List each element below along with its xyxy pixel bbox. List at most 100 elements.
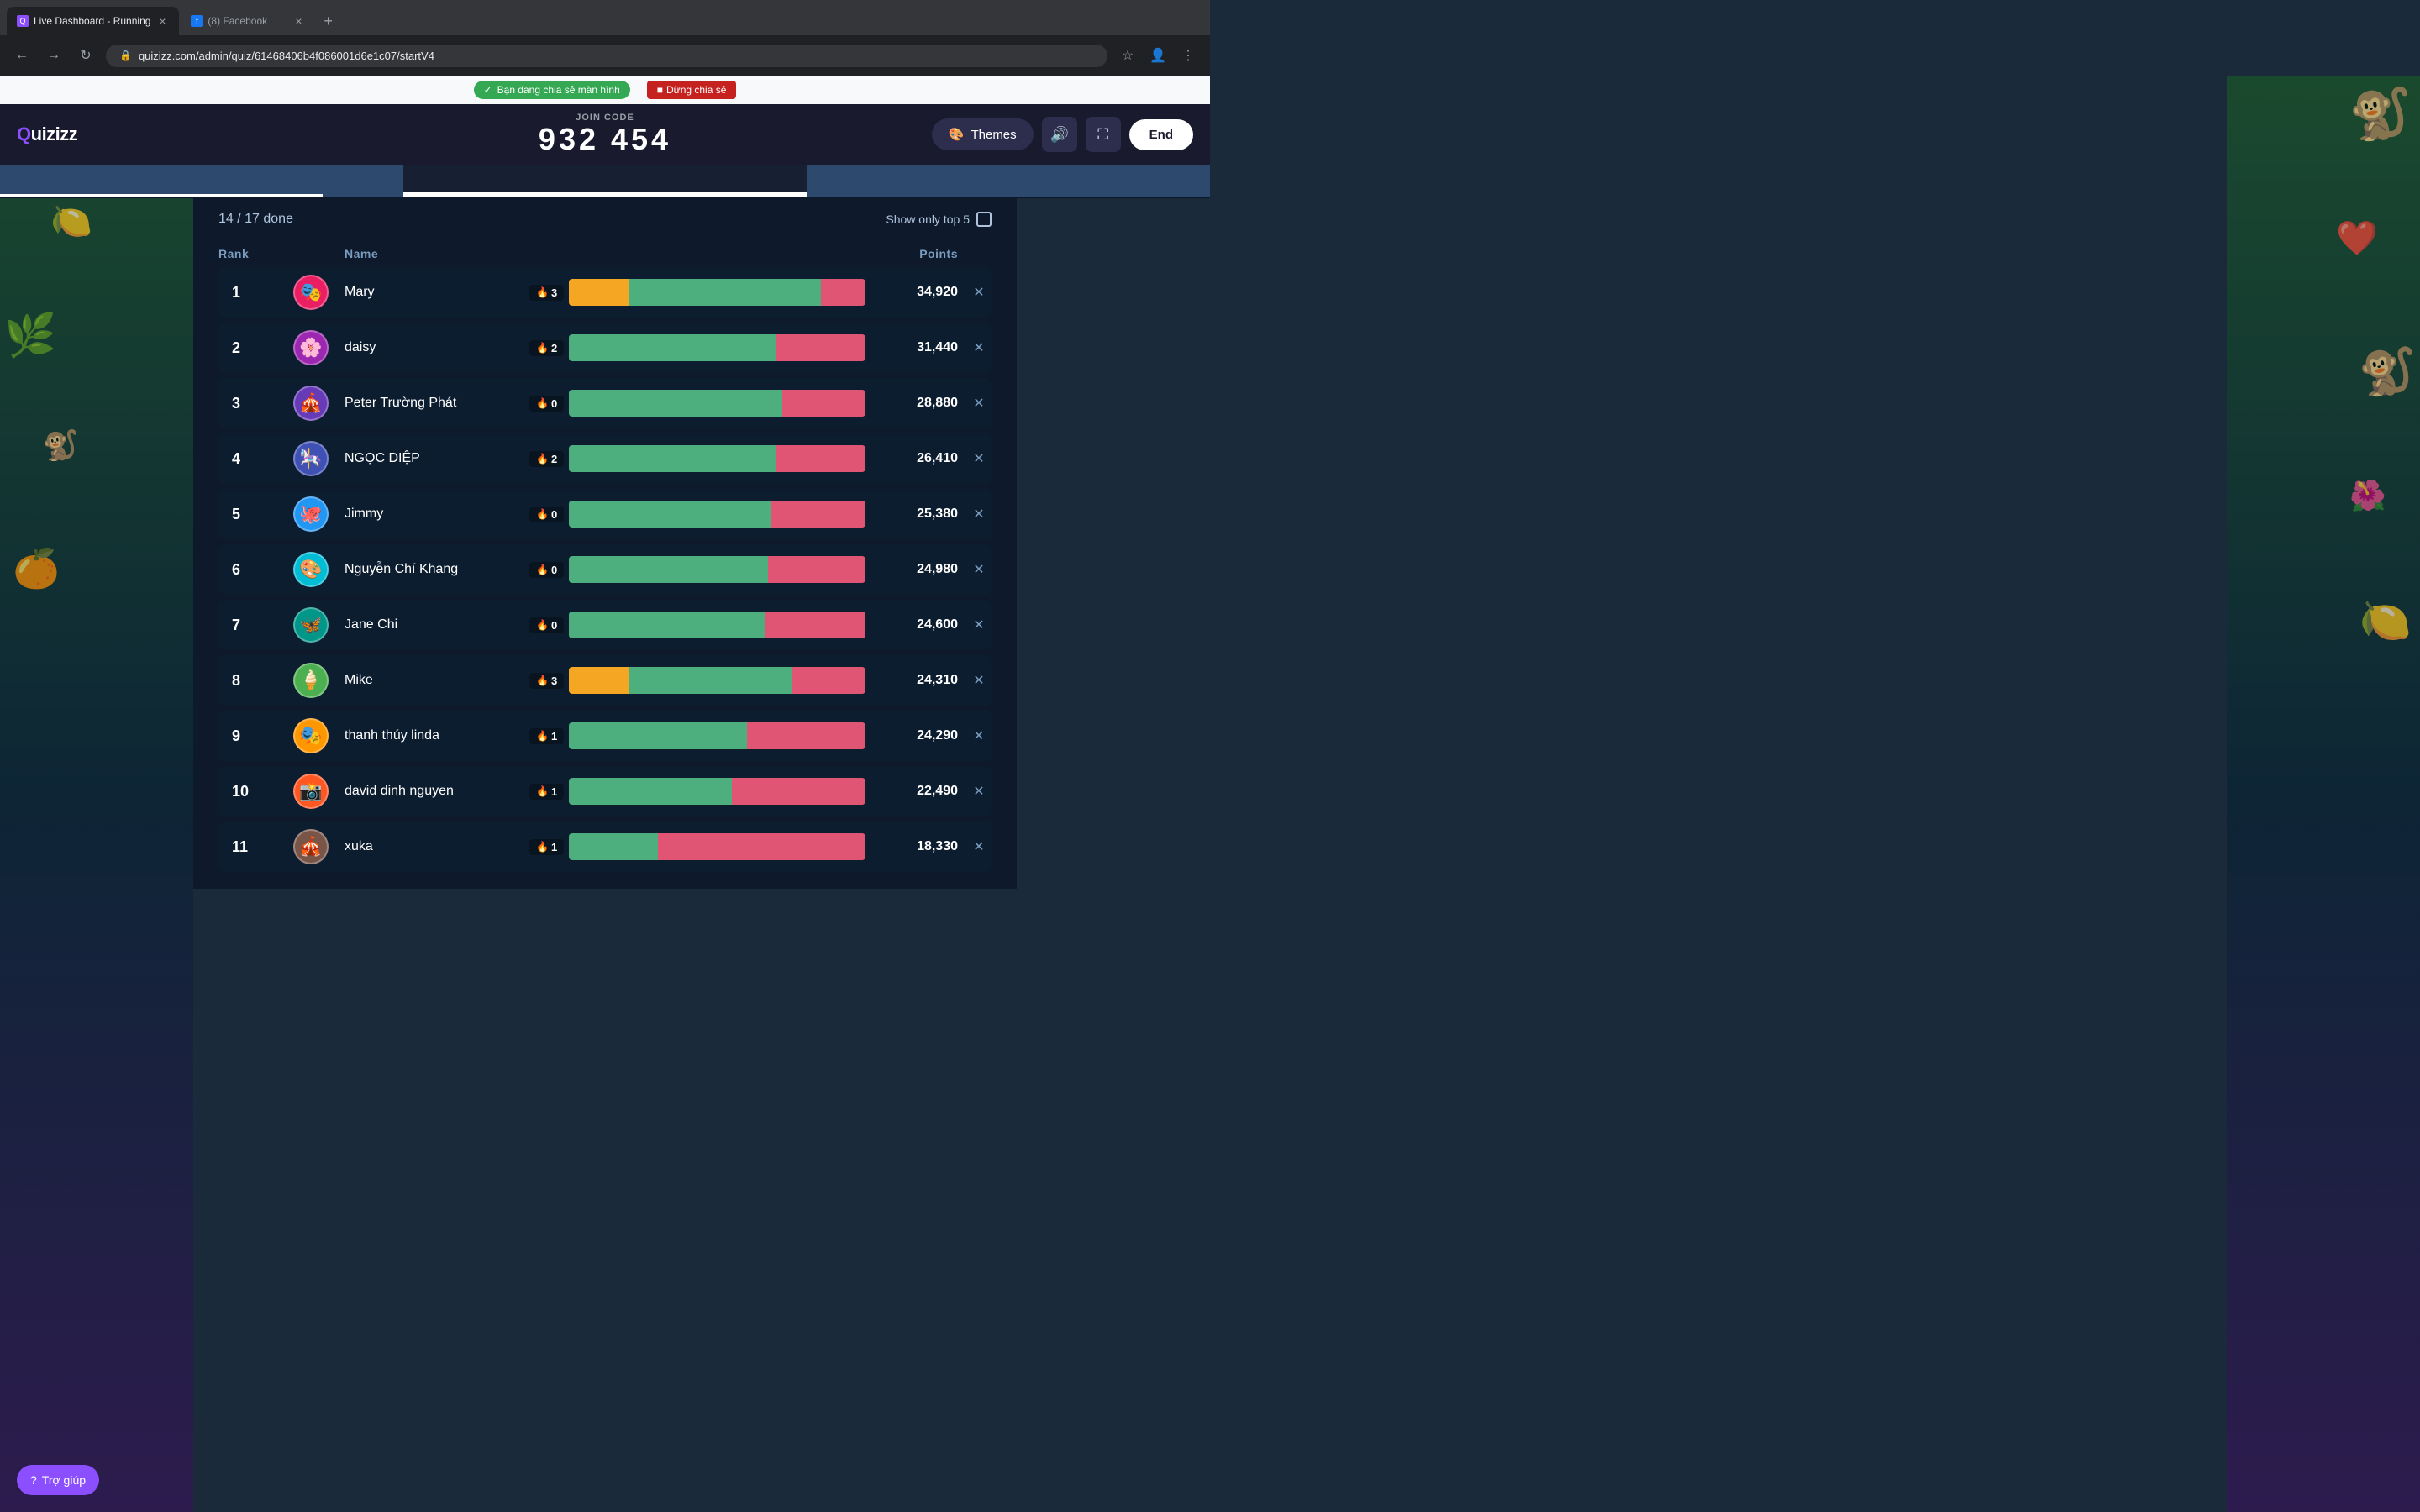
rank-cell: 1 <box>218 284 286 302</box>
fullscreen-button[interactable]: ⛶ <box>1086 117 1121 152</box>
streak-count: 0 <box>551 564 557 576</box>
bar-cell: 🔥 2 <box>529 445 865 472</box>
streak-count: 3 <box>551 675 557 687</box>
bar-cell: 🔥 1 <box>529 778 865 805</box>
remove-button[interactable]: ✕ <box>966 617 992 633</box>
profile-icon[interactable]: 👤 <box>1146 44 1170 67</box>
help-label: Trợ giúp <box>42 1473 86 1487</box>
score-bar <box>569 667 865 694</box>
table-row: 9 🎭 thanh thúy linda 🔥 1 24,290 ✕ <box>218 711 992 761</box>
rank-header: Rank <box>218 247 286 260</box>
avatar-emoji: 🎠 <box>299 448 322 470</box>
tab-close-fb[interactable]: × <box>292 14 305 28</box>
tab-live-dashboard[interactable]: Q Live Dashboard - Running × <box>7 7 179 35</box>
score-bar <box>569 445 865 472</box>
score-bar <box>569 778 865 805</box>
table-row: 4 🎠 NGỌC DIỆP 🔥 2 26,410 ✕ <box>218 433 992 484</box>
avatar: 🎨 <box>293 552 329 587</box>
menu-icon[interactable]: ⋮ <box>1176 44 1200 67</box>
remove-button[interactable]: ✕ <box>966 672 992 689</box>
table-row: 8 🍦 Mike 🔥 3 24,310 ✕ <box>218 655 992 706</box>
progress-tab-3[interactable] <box>807 165 1210 197</box>
avatar-emoji: 🎭 <box>299 281 322 303</box>
remove-button[interactable]: ✕ <box>966 339 992 356</box>
quizizz-logo[interactable]: Quizizz <box>17 123 77 145</box>
fire-icon: 🔥 <box>536 286 549 298</box>
player-name: Mary <box>336 285 529 300</box>
sharing-text: Bạn đang chia sẻ màn hình <box>497 84 620 96</box>
end-label: End <box>1150 128 1173 142</box>
fire-icon: 🔥 <box>536 841 549 853</box>
progress-tab-2[interactable] <box>403 165 807 197</box>
remove-button[interactable]: ✕ <box>966 783 992 800</box>
fire-icon: 🔥 <box>536 675 549 686</box>
show-top-5-control[interactable]: Show only top 5 <box>886 212 992 227</box>
score-bar <box>569 501 865 528</box>
avatar-cell: 🌸 <box>286 330 336 365</box>
bookmark-icon[interactable]: ☆ <box>1116 44 1139 67</box>
themes-button[interactable]: 🎨 Themes <box>932 118 1034 150</box>
avatar-cell: 🍦 <box>286 663 336 698</box>
avatar-cell: 🎭 <box>286 718 336 753</box>
new-tab-button[interactable]: + <box>317 9 339 34</box>
streak-count: 2 <box>551 453 557 465</box>
forward-button[interactable]: → <box>42 44 66 67</box>
avatar-cell: 🐙 <box>286 496 336 532</box>
progress-tabs <box>0 165 1210 198</box>
streak-count: 2 <box>551 342 557 354</box>
streak-badge: 🔥 0 <box>529 507 564 522</box>
fire-icon: 🔥 <box>536 508 549 520</box>
remove-button[interactable]: ✕ <box>966 284 992 301</box>
avatar-emoji: 🌸 <box>299 337 322 359</box>
bar-red <box>776 334 865 361</box>
rank-cell: 3 <box>218 395 286 412</box>
sound-button[interactable]: 🔊 <box>1042 117 1077 152</box>
rank-cell: 5 <box>218 506 286 523</box>
remove-button[interactable]: ✕ <box>966 450 992 467</box>
bar-cell: 🔥 0 <box>529 556 865 583</box>
bar-orange <box>569 279 629 306</box>
avatar-emoji: 📸 <box>299 780 322 802</box>
end-button[interactable]: End <box>1129 119 1193 150</box>
bar-green <box>569 334 776 361</box>
app-header: Quizizz JOIN CODE 932 454 🎨 Themes 🔊 ⛶ E… <box>0 104 1210 165</box>
streak-badge: 🔥 3 <box>529 673 564 689</box>
rank-cell: 2 <box>218 339 286 357</box>
stop-sharing-button[interactable]: ■ Dừng chia sẻ <box>647 81 737 99</box>
progress-tab-1[interactable] <box>0 165 403 197</box>
streak-badge: 🔥 0 <box>529 617 564 633</box>
sound-icon: 🔊 <box>1050 126 1068 144</box>
bar-red <box>776 445 865 472</box>
player-name: Jimmy <box>336 507 529 522</box>
back-button[interactable]: ← <box>10 44 34 67</box>
remove-button[interactable]: ✕ <box>966 395 992 412</box>
remove-button[interactable]: ✕ <box>966 506 992 522</box>
leaderboard-rows: 1 🎭 Mary 🔥 3 34,920 ✕ 2 🌸 daisy <box>193 267 1017 889</box>
reload-button[interactable]: ↻ <box>74 44 97 67</box>
avatar-emoji: 🎨 <box>299 559 322 580</box>
table-row: 1 🎭 Mary 🔥 3 34,920 ✕ <box>218 267 992 318</box>
avatar-cell: 🦋 <box>286 607 336 643</box>
rank-cell: 6 <box>218 561 286 579</box>
streak-badge: 🔥 1 <box>529 728 564 744</box>
lock-icon: 🔒 <box>119 50 132 61</box>
remove-button[interactable]: ✕ <box>966 838 992 855</box>
help-button[interactable]: ? Trợ giúp <box>17 1465 99 1495</box>
points-cell: 26,410 <box>865 451 966 466</box>
bar-red <box>747 722 865 749</box>
tab-close-live[interactable]: × <box>155 14 169 28</box>
top-5-checkbox[interactable] <box>976 212 992 227</box>
streak-badge: 🔥 1 <box>529 839 564 855</box>
rank-cell: 9 <box>218 727 286 745</box>
table-row: 7 🦋 Jane Chi 🔥 0 24,600 ✕ <box>218 600 992 650</box>
bar-header <box>529 247 865 260</box>
stop-icon: ■ <box>657 84 663 96</box>
bar-green <box>629 279 821 306</box>
bar-green <box>569 612 765 638</box>
remove-button[interactable]: ✕ <box>966 561 992 578</box>
remove-button[interactable]: ✕ <box>966 727 992 744</box>
player-name: daisy <box>336 340 529 355</box>
address-bar[interactable]: 🔒 quizizz.com/admin/quiz/61468406b4f0860… <box>106 45 1107 67</box>
avatar: 🎭 <box>293 718 329 753</box>
tab-facebook[interactable]: f (8) Facebook × <box>181 7 315 35</box>
